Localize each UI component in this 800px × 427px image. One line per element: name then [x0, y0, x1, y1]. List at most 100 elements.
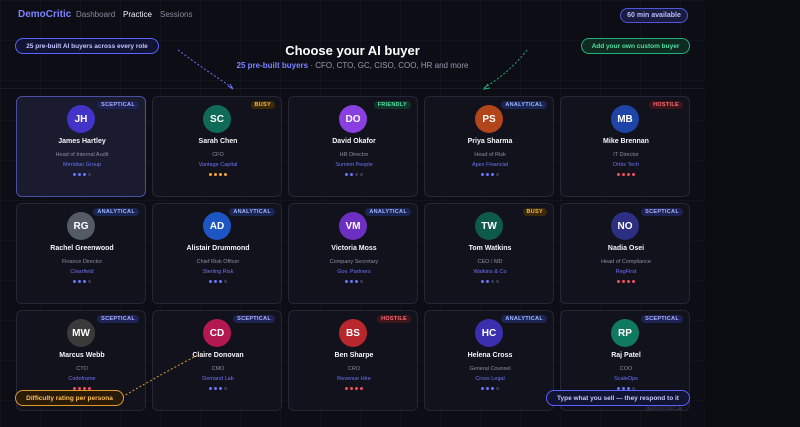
difficulty-rating [289, 173, 419, 176]
persona-role: Head of Internal Audit [55, 152, 109, 158]
difficulty-dot [355, 173, 358, 176]
persona-company: Demand Lab [202, 376, 234, 382]
difficulty-dot [617, 173, 620, 176]
persona-card[interactable]: HOSTILE BS Ben Sharpe CRO Revenue Hire [288, 310, 418, 411]
persona-temperament-badge: SCEPTICAL [233, 315, 275, 323]
avatar: SC [203, 105, 231, 133]
persona-company: Meridian Group [63, 162, 101, 168]
persona-temperament-badge: ANALYTICAL [365, 208, 411, 216]
nav-dashboard[interactable]: Dashboard [76, 10, 115, 19]
difficulty-rating [425, 280, 555, 283]
brand-logo[interactable]: DemoCritic [18, 9, 71, 20]
persona-temperament-badge: SCEPTICAL [641, 208, 683, 216]
persona-card[interactable]: ANALYTICAL PS Priya Sharma Head of Risk Apex… [424, 96, 554, 197]
persona-company: Gov. Partners [337, 269, 371, 275]
difficulty-dot [622, 173, 625, 176]
difficulty-dot [224, 173, 227, 176]
difficulty-dot [345, 173, 348, 176]
persona-card[interactable]: BUSY SC Sarah Chen CFO Vantage Capital [152, 96, 282, 197]
difficulty-rating [17, 280, 147, 283]
difficulty-dot [360, 173, 363, 176]
avatar: DO [339, 105, 367, 133]
subtitle-rest: · CFO, CTO, GC, CISO, COO, HR and more [308, 61, 469, 70]
difficulty-dot [214, 173, 217, 176]
difficulty-dot [627, 173, 630, 176]
avatar: PS [475, 105, 503, 133]
avatar: HC [475, 319, 503, 347]
persona-temperament-badge: SCEPTICAL [641, 315, 683, 323]
difficulty-rating [561, 173, 691, 176]
persona-company: Sterling Risk [202, 269, 234, 275]
persona-card[interactable]: SCEPTICAL CD Claire Donovan CMO Demand Lab [152, 310, 282, 411]
persona-name: Alistair Drummond [186, 245, 250, 252]
difficulty-dot [214, 280, 217, 283]
difficulty-dot [73, 173, 76, 176]
difficulty-rating [153, 387, 283, 390]
persona-name: Rachel Greenwood [50, 245, 114, 252]
difficulty-dot [224, 280, 227, 283]
persona-temperament-badge: FRIENDLY [373, 101, 411, 109]
avatar: VM [339, 212, 367, 240]
persona-temperament-badge: HOSTILE [377, 315, 411, 323]
persona-company: Clearfield [70, 269, 94, 275]
time-available-badge: 60 min available [620, 8, 688, 23]
watermark: democritic.ai [646, 405, 683, 412]
persona-name: James Hartley [58, 138, 106, 145]
difficulty-dot [496, 280, 499, 283]
add-custom-buyer-button[interactable]: Add your own custom buyer [581, 38, 690, 54]
persona-name: Tom Watkins [468, 245, 512, 252]
difficulty-dot [345, 387, 348, 390]
nav-sessions[interactable]: Sessions [160, 10, 192, 19]
avatar: MB [611, 105, 639, 133]
difficulty-dot [481, 280, 484, 283]
persona-role: CMO [211, 366, 225, 372]
persona-company: Vantage Capital [198, 162, 238, 168]
persona-card[interactable]: ANALYTICAL RG Rachel Greenwood Finance Dire… [16, 203, 146, 304]
avatar: JH [67, 105, 95, 133]
persona-role: COO [619, 366, 633, 372]
persona-role: Finance Director [61, 259, 103, 265]
persona-card[interactable]: ANALYTICAL VM Victoria Moss Company Secreta… [288, 203, 418, 304]
difficulty-dot [481, 387, 484, 390]
persona-card[interactable]: SCEPTICAL NO Nadia Osei Head of Compliance R… [560, 203, 690, 304]
persona-card[interactable]: HOSTILE MB Mike Brennan IT Director Orbis Te… [560, 96, 690, 197]
subtitle-highlight: 25 pre-built buyers [236, 61, 309, 70]
avatar: BS [339, 319, 367, 347]
persona-role: HR Director [339, 152, 369, 158]
difficulty-dot [617, 280, 620, 283]
difficulty-rating [153, 280, 283, 283]
persona-role: Company Secretary [329, 259, 379, 265]
nav-practice[interactable]: Practice [123, 10, 152, 19]
persona-name: Marcus Webb [59, 352, 105, 359]
persona-company: ScaleOps [614, 376, 638, 382]
difficulty-dot [219, 387, 222, 390]
difficulty-rating [17, 173, 147, 176]
persona-temperament-badge: BUSY [522, 208, 547, 216]
persona-card[interactable]: FRIENDLY DO David Okafor HR Director Summit … [288, 96, 418, 197]
persona-temperament-badge: ANALYTICAL [501, 315, 547, 323]
difficulty-dot [209, 387, 212, 390]
difficulty-dot [350, 173, 353, 176]
persona-card[interactable]: SCEPTICAL JH James Hartley Head of Internal… [16, 96, 146, 197]
persona-card[interactable]: ANALYTICAL AD Alistair Drummond Chief Risk … [152, 203, 282, 304]
callout-prebuilt-buyers: 25 pre-built AI buyers across every role [15, 38, 159, 54]
persona-temperament-badge: SCEPTICAL [97, 315, 139, 323]
difficulty-dot [627, 280, 630, 283]
difficulty-dot [355, 387, 358, 390]
persona-company: Apex Financial [471, 162, 509, 168]
difficulty-dot [622, 280, 625, 283]
persona-card[interactable]: BUSY TW Tom Watkins CEO / MD Watkins & Co [424, 203, 554, 304]
persona-name: David Okafor [332, 138, 376, 145]
persona-name: Nadia Osei [607, 245, 645, 252]
persona-role: Chief Risk Officer [196, 259, 240, 265]
top-nav: DemoCritic Dashboard Practice Sessions 6… [0, 0, 705, 30]
difficulty-dot [360, 387, 363, 390]
difficulty-dot [350, 387, 353, 390]
difficulty-dot [345, 280, 348, 283]
persona-name: Raj Patel [611, 352, 641, 359]
callout-type-what-you-sell: Type what you sell — they respond to it [546, 390, 690, 406]
difficulty-dot [496, 173, 499, 176]
difficulty-dot [88, 173, 91, 176]
difficulty-rating [289, 280, 419, 283]
persona-card[interactable]: ANALYTICAL HC Helena Cross General Counsel C… [424, 310, 554, 411]
